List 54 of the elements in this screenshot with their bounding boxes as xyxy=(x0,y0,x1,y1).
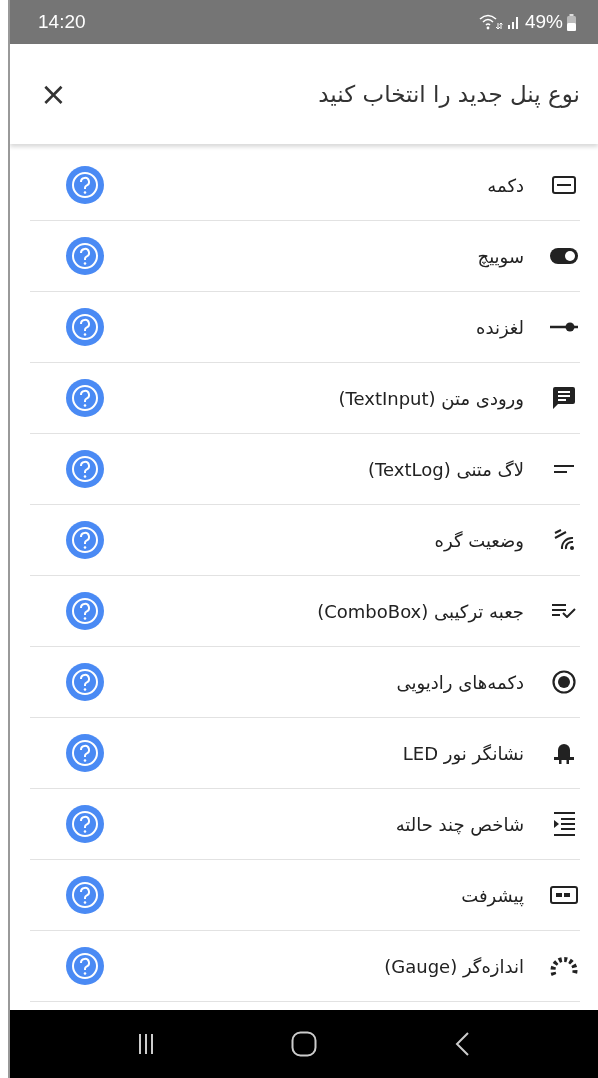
help-icon[interactable] xyxy=(66,308,104,346)
panel-type-item[interactable]: دکمه xyxy=(30,150,580,221)
panel-type-item[interactable]: جعبه ترکیبی (ComboBox) xyxy=(30,576,580,647)
radio-icon xyxy=(550,670,578,694)
panel-type-item[interactable]: اندازه‌گر (Gauge) xyxy=(30,931,580,1002)
help-icon[interactable] xyxy=(66,876,104,914)
message-icon xyxy=(550,387,578,409)
item-label: لاگ متنی (TextLog) xyxy=(367,458,524,480)
item-label: دکمه‌های رادیویی xyxy=(395,671,524,693)
item-label: نشانگر نور LED xyxy=(401,742,524,764)
battery-percent: 49% xyxy=(524,11,563,33)
item-label: دکمه xyxy=(486,174,524,196)
panel-type-item[interactable]: پیشرفت xyxy=(30,860,580,931)
help-icon[interactable] xyxy=(66,166,104,204)
panel-type-item[interactable]: سوییچ xyxy=(30,221,580,292)
item-label: پیشرفت xyxy=(460,884,524,906)
panel-type-item[interactable]: ورودی متن (TextInput) xyxy=(30,363,580,434)
item-label: اندازه‌گر (Gauge) xyxy=(383,955,524,977)
item-label: ورودی متن (TextInput) xyxy=(337,387,524,409)
help-icon[interactable] xyxy=(66,379,104,417)
item-label: شاخص چند حالته xyxy=(394,813,524,835)
help-icon[interactable] xyxy=(66,805,104,843)
panel-type-item[interactable]: لغزنده xyxy=(30,292,580,363)
help-icon[interactable] xyxy=(66,734,104,772)
gauge-icon xyxy=(550,955,578,977)
battery-icon xyxy=(567,13,576,31)
status-time: 14:20 xyxy=(38,11,86,33)
rectangle-icon xyxy=(550,176,578,194)
panel-type-item[interactable]: نشانگر نور LED xyxy=(30,718,580,789)
item-label: لغزنده xyxy=(475,316,524,338)
help-icon[interactable] xyxy=(66,450,104,488)
help-icon[interactable] xyxy=(66,592,104,630)
panel-type-item[interactable]: شاخص چند حالته xyxy=(30,789,580,860)
slider-icon xyxy=(550,322,578,332)
close-button[interactable]: × xyxy=(34,78,73,110)
item-label: سوییچ xyxy=(476,245,524,267)
progress-bar-icon xyxy=(550,886,578,904)
home-icon[interactable] xyxy=(291,1031,317,1057)
item-label: جعبه ترکیبی (ComboBox) xyxy=(316,600,524,622)
signal-icon xyxy=(506,14,521,30)
panel-type-item[interactable]: لاگ متنی (TextLog) xyxy=(30,434,580,505)
panel-type-item[interactable]: دکمه‌های رادیویی xyxy=(30,647,580,718)
help-icon[interactable] xyxy=(66,237,104,275)
help-icon[interactable] xyxy=(66,521,104,559)
toggle-icon xyxy=(550,248,578,264)
panel-type-item[interactable]: وضعیت گره xyxy=(30,505,580,576)
help-icon[interactable] xyxy=(66,663,104,701)
help-icon[interactable] xyxy=(66,947,104,985)
item-label: وضعیت گره xyxy=(433,529,524,551)
wifi-icon xyxy=(478,14,503,30)
list-check-icon xyxy=(550,604,578,618)
back-icon[interactable] xyxy=(453,1031,470,1057)
dialog-title: نوع پنل جدید را انتخاب کنید xyxy=(318,81,580,107)
recent-apps-icon[interactable] xyxy=(138,1032,155,1056)
